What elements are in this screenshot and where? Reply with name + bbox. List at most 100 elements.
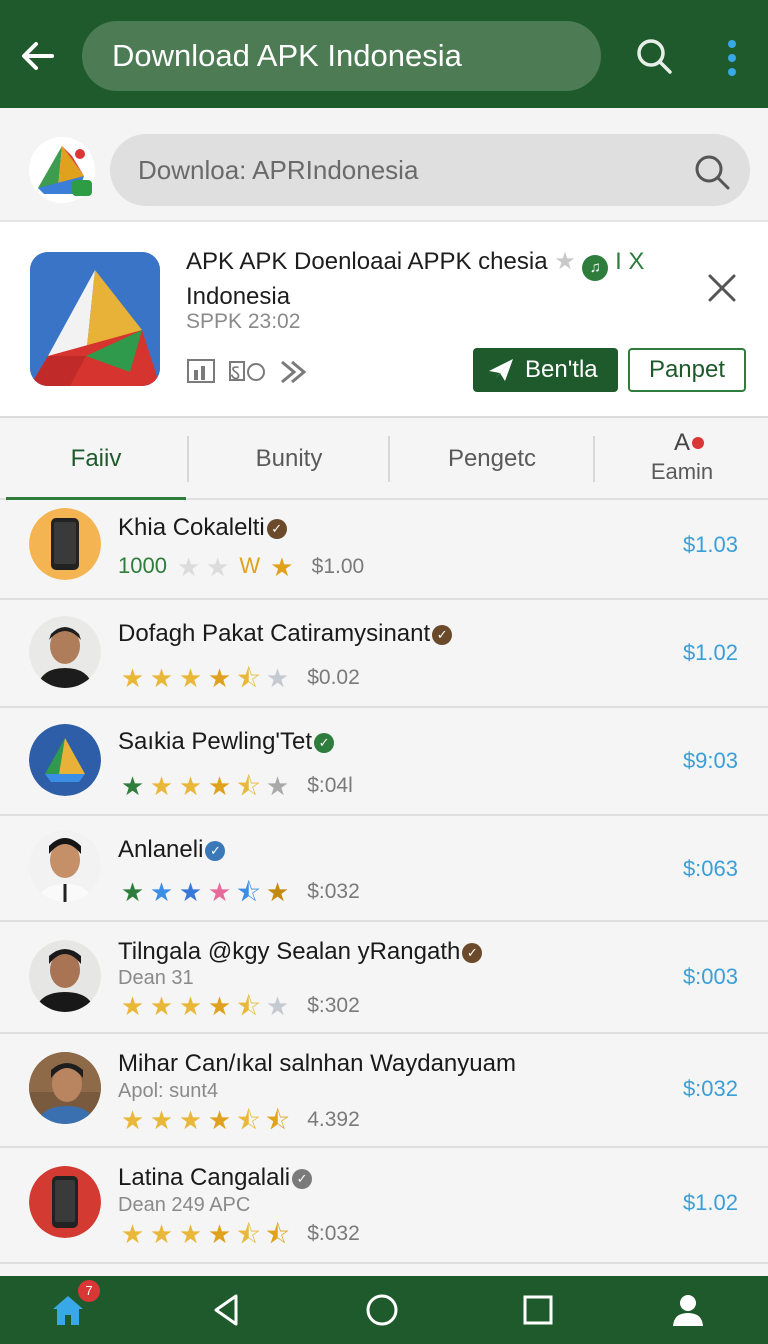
star-icon: ★ — [120, 1219, 145, 1249]
tab-3[interactable]: Pengetc — [391, 418, 593, 500]
star-icon: ★ — [178, 663, 203, 693]
featured-app-card: APK APK Doenloaai APPK chesia ★ ♫ I X In… — [0, 222, 768, 418]
item-price[interactable]: $9:03 — [683, 748, 738, 774]
star-icon: ★ — [149, 877, 174, 907]
svg-text:ऽ: ऽ — [230, 360, 240, 385]
home-circle-icon[interactable] — [364, 1292, 400, 1328]
star-icon: ★ — [207, 1105, 232, 1135]
list-item[interactable]: Latina Cangalali ✓ Dean 249 APC ★ ★ ★ ★ ⯪ ⯪ $:… — [0, 1148, 768, 1264]
list-item[interactable]: Anlaneli ✓ ★ ★ ★ ★ ⯪ ★ $:032 $:063 — [0, 816, 768, 922]
person-avatar-icon — [29, 830, 101, 902]
notification-badge: 7 — [78, 1280, 100, 1302]
item-price[interactable]: $:003 — [683, 964, 738, 990]
tab-1[interactable]: Faiiv — [6, 418, 186, 502]
item-name-text: Mihar Can/ıkal salnhan Waydanyuam — [118, 1050, 516, 1077]
star-icon: ★ — [178, 991, 203, 1021]
item-name: Saıkia Pewling'Tet ✓ — [118, 728, 335, 756]
rating: ★ ★ ★ ★ ⯪ ★ $:302 — [118, 988, 360, 1021]
list-item[interactable]: Mihar Can/ıkal salnhan Waydanyuam Apol: … — [0, 1034, 768, 1148]
rating: ★ ★ ★ ★ ⯪ ★ $:032 — [118, 874, 360, 907]
item-price[interactable]: $:032 — [683, 1076, 738, 1102]
back-triangle-icon[interactable] — [208, 1292, 244, 1328]
tab-divider — [388, 436, 390, 482]
list-item[interactable]: Dofagh Pakat Catiramysinant ✓ ★ ★ ★ ★ ⯪ ★ $0.0… — [0, 600, 768, 708]
search-field-icon[interactable] — [692, 152, 732, 192]
person-avatar-icon — [29, 616, 101, 688]
item-name-text: Khia Cokalelti — [118, 514, 265, 541]
star-empty-icon: ★ — [265, 991, 290, 1021]
item-price[interactable]: $1.02 — [683, 640, 738, 666]
list-item[interactable]: Khia Cokalelti ✓ 1000 ★ ★ W ★ $1.00 $1.03 — [0, 500, 768, 600]
back-arrow-icon[interactable] — [18, 36, 58, 76]
star-empty-icon: ★ — [206, 552, 230, 582]
tab-2[interactable]: Bunity — [190, 418, 388, 500]
phone-avatar-icon — [29, 1166, 101, 1238]
list-item[interactable]: Tilngala @kgy Sealan yRangath ✓ Dean 31 ★… — [0, 922, 768, 1034]
send-icon — [489, 359, 513, 381]
card-title: APK APK Doenloaai APPK chesia ★ ♫ I X In… — [186, 246, 686, 312]
close-icon[interactable] — [704, 270, 740, 306]
notification-dot — [692, 437, 704, 449]
item-name: Khia Cokalelti ✓ — [118, 514, 287, 542]
tab-2-label: Bunity — [255, 445, 323, 472]
star-icon: ★ — [120, 663, 145, 693]
star-icon: ★ — [120, 877, 145, 907]
tab-4-glyph: A — [673, 429, 690, 456]
rating-text: $1.00 — [311, 555, 365, 578]
item-name: Tilngala @kgy Sealan yRangath ✓ — [118, 938, 483, 966]
item-price[interactable]: $1.03 — [683, 532, 738, 558]
verified-badge-icon: ♫ — [582, 255, 609, 281]
primary-action-button[interactable]: Ben'tla — [473, 348, 618, 392]
star-icon: ★ — [207, 1219, 232, 1249]
recents-square-icon[interactable] — [520, 1292, 556, 1328]
card-meta-icons: ऽ — [187, 359, 307, 385]
rating-text: $:032 — [307, 1222, 360, 1245]
item-price[interactable]: $:063 — [683, 856, 738, 882]
star-icon: ★ — [207, 771, 232, 801]
star-half-icon: ⯪ — [236, 991, 261, 1021]
drive-avatar-icon — [29, 724, 101, 796]
rating: 1000 ★ ★ W ★ $1.00 — [118, 552, 364, 582]
verified-badge-icon: ✓ — [462, 943, 483, 963]
secondary-action-button[interactable]: Panpet — [628, 348, 746, 392]
tab-divider — [593, 436, 595, 482]
star-icon: ★ — [207, 663, 232, 693]
app-logo-icon[interactable] — [28, 136, 96, 204]
tab-1-label: Faiiv — [70, 445, 122, 472]
rating: ★ ★ ★ ★ ⯪ ★ $0.02 — [118, 660, 360, 693]
star-icon: ★ — [120, 991, 145, 1021]
phone-avatar-icon — [29, 508, 101, 580]
app-title[interactable]: Download APK Indonesia — [82, 21, 601, 91]
item-name-text: Anlaneli — [118, 836, 204, 863]
profile-icon[interactable] — [670, 1292, 706, 1328]
person-avatar-icon — [29, 1052, 101, 1124]
star-icon: ★ — [120, 1105, 145, 1135]
featured-app-icon[interactable] — [30, 252, 160, 386]
verified-badge-icon: ✓ — [266, 519, 287, 539]
rating-text: $:04l — [307, 774, 353, 797]
rating: ★ ★ ★ ★ ⯪ ⯪ 4.392 — [118, 1102, 360, 1135]
tab-4-label: Eamin — [650, 459, 714, 484]
more-vert-icon[interactable] — [718, 36, 746, 80]
tab-3-label: Pengetc — [447, 445, 537, 472]
item-name-text: Tilngala @kgy Sealan yRangath — [118, 938, 461, 965]
item-name-text: Dofagh Pakat Catiramysinant — [118, 620, 431, 647]
star-icon: ★ — [149, 991, 174, 1021]
search-icon[interactable] — [634, 36, 674, 76]
rating-text: $0.02 — [307, 666, 360, 689]
rating-text: $:032 — [307, 880, 360, 903]
star-icon: ★ — [149, 663, 174, 693]
item-name: Anlaneli ✓ — [118, 836, 226, 864]
card-title-line2: Indonesia — [186, 283, 291, 310]
item-price[interactable]: $1.02 — [683, 1190, 738, 1216]
search-input[interactable]: Downloa: APRIndonesia — [110, 134, 750, 206]
star-icon: ★ — [149, 1219, 174, 1249]
list-item[interactable]: Saıkia Pewling'Tet ✓ ★ ★ ★ ★ ⯪ ★ $:04l $9:03 — [0, 708, 768, 816]
app-list: Khia Cokalelti ✓ 1000 ★ ★ W ★ $1.00 $1.03 … — [0, 500, 768, 1276]
star-icon: ★ — [120, 771, 145, 801]
star-icon: ★ — [149, 1105, 174, 1135]
item-count: 1000 — [118, 553, 167, 578]
rating-text: 4.392 — [307, 1108, 360, 1131]
item-name: Mihar Can/ıkal salnhan Waydanyuam — [118, 1050, 516, 1078]
tab-4[interactable]: A Eamin — [596, 418, 768, 500]
